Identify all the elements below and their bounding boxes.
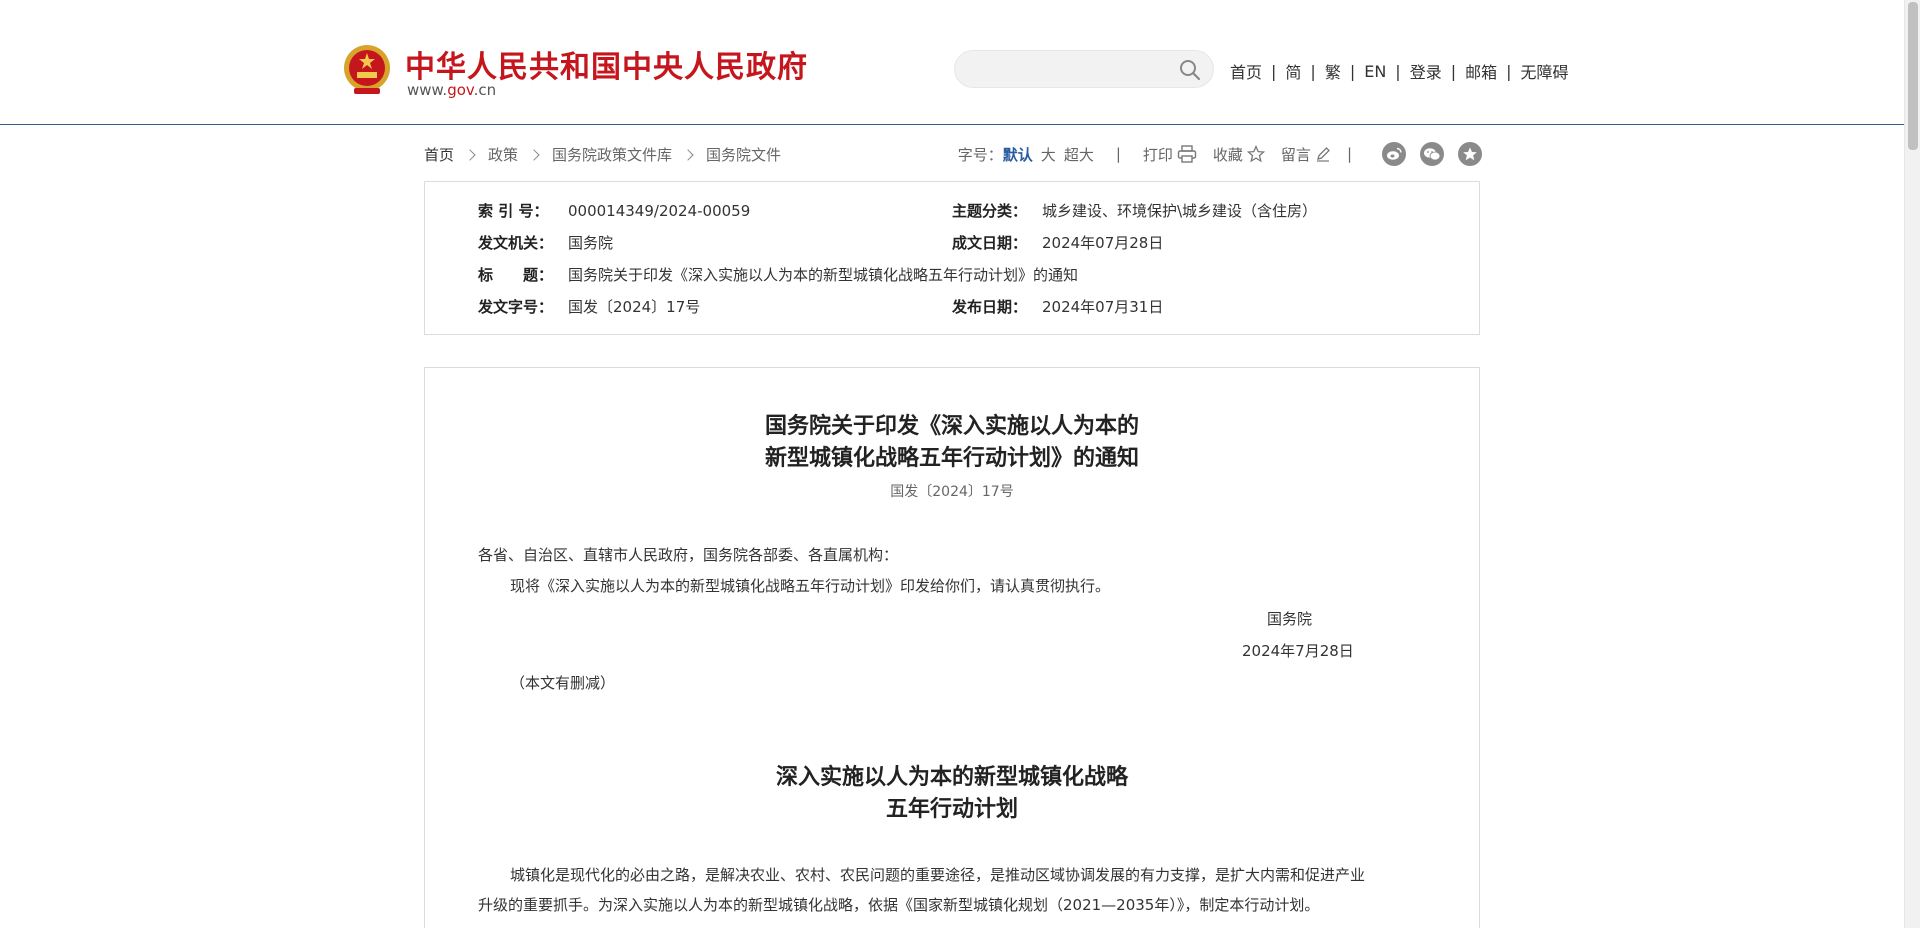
site-title[interactable]: 中华人民共和国中央人民政府 — [405, 42, 808, 86]
nav-english[interactable]: EN — [1364, 62, 1386, 81]
info-title-value: 国务院关于印发《深入实施以人为本的新型城镇化战略五年行动计划》的通知 — [568, 266, 1079, 284]
article-sign-date: 2024年7月28日 — [1242, 642, 1354, 660]
nav-separator: | — [1310, 61, 1316, 81]
nav-separator: | — [1506, 61, 1512, 81]
star-outline-icon — [1246, 145, 1265, 163]
url-prefix: www. — [407, 81, 448, 99]
comment-label: 留言 — [1280, 145, 1311, 164]
info-publish-date-row: 发布日期： 2024年07月31日 — [952, 296, 1163, 317]
nav-separator: | — [1395, 61, 1401, 81]
national-emblem-icon[interactable] — [342, 44, 392, 96]
star-icon[interactable] — [1458, 142, 1482, 166]
breadcrumb-policy[interactable]: 政策 — [488, 144, 518, 165]
nav-separator: | — [1450, 61, 1457, 81]
chevron-right-icon — [528, 148, 540, 161]
nav-home[interactable]: 首页 — [1230, 59, 1262, 83]
chevron-right-icon — [464, 148, 476, 161]
plan-title-line2: 五年行动计划 — [885, 796, 1018, 822]
article-abridged-note: （本文有删减） — [510, 674, 616, 692]
breadcrumb-policy-library[interactable]: 国务院政策文件库 — [552, 144, 672, 165]
article-body-paragraph: 现将《深入实施以人为本的新型城镇化战略五年行动计划》印发给你们，请认真贯彻执行。 — [510, 577, 1111, 595]
info-publish-date-label: 发布日期： — [952, 298, 1028, 316]
info-written-date-value: 2024年07月28日 — [1042, 234, 1164, 252]
tools-separator: | — [1115, 145, 1121, 163]
chevron-right-icon — [682, 148, 694, 161]
search-box — [954, 50, 1214, 88]
nav-login[interactable]: 登录 — [1410, 59, 1442, 83]
info-topic-label: 主题分类： — [952, 202, 1028, 220]
nav-mail[interactable]: 邮箱 — [1465, 59, 1497, 83]
search-input[interactable] — [971, 59, 1161, 81]
url-suffix: .cn — [473, 81, 497, 99]
breadcrumb-state-council-docs[interactable]: 国务院文件 — [706, 144, 781, 165]
info-index-row: 索 引 号： 000014349/2024-00059 — [478, 200, 750, 221]
nav-accessibility[interactable]: 无障碍 — [1521, 59, 1569, 83]
nav-simplified[interactable]: 简 — [1285, 59, 1301, 83]
favorite-label: 收藏 — [1212, 145, 1243, 164]
info-docno-row: 发文字号： 国发〔2024〕17号 — [478, 296, 700, 317]
wechat-icon[interactable] — [1420, 142, 1444, 166]
article-title-line2: 新型城镇化战略五年行动计划》的通知 — [764, 445, 1139, 471]
info-title-row: 标 题： 国务院关于印发《深入实施以人为本的新型城镇化战略五年行动计划》的通知 — [478, 264, 1078, 285]
nav-separator: | — [1271, 61, 1277, 81]
info-issuer-row: 发文机关： 国务院 — [478, 232, 613, 253]
article-doc-number: 国发〔2024〕17号 — [890, 484, 1014, 500]
font-size-default[interactable]: 默认 — [1003, 144, 1033, 165]
info-title-label: 标 题： — [478, 266, 554, 284]
top-nav: 首页 | 简 | 繁 | EN | 登录 | 邮箱 | 无障碍 — [1230, 59, 1569, 83]
font-size-xlarge[interactable]: 超大 — [1064, 144, 1094, 165]
print-button[interactable]: 打印 — [1143, 144, 1197, 165]
document-info-box: 索 引 号： 000014349/2024-00059 主题分类： 城乡建设、环境保… — [424, 181, 1480, 335]
plan-paragraph-line1: 城镇化是现代化的必由之路，是解决农业、农村、农民问题的重要途径，是推动区域协调发… — [510, 866, 1366, 884]
breadcrumb: 首页 政策 国务院政策文件库 国务院文件 — [424, 144, 781, 165]
info-written-date-label: 成文日期： — [952, 234, 1028, 252]
info-topic-value: 城乡建设、环境保护\城乡建设（含住房） — [1042, 202, 1318, 220]
url-brand: gov — [447, 81, 474, 99]
scrollbar-thumb[interactable] — [1908, 2, 1918, 150]
print-label: 打印 — [1142, 145, 1173, 164]
plan-paragraph-line2: 升级的重要抓手。为深入实施以人为本的新型城镇化战略，依据《国家新型城镇化规划（2… — [478, 896, 1320, 914]
info-docno-value: 国发〔2024〕17号 — [568, 298, 701, 316]
printer-icon — [1177, 145, 1197, 163]
info-issuer-label: 发文机关： — [478, 234, 554, 252]
plan-title-line1: 深入实施以人为本的新型城镇化战略 — [775, 764, 1128, 790]
breadcrumb-home[interactable]: 首页 — [424, 144, 454, 165]
weibo-glyph-icon — [1387, 147, 1402, 160]
font-size-label: 字号： — [957, 145, 1003, 164]
article-signature: 国务院 — [1267, 610, 1313, 628]
info-written-date-row: 成文日期： 2024年07月28日 — [952, 232, 1163, 253]
crumb-row: 首页 政策 国务院政策文件库 国务院文件 字号： 默认 大 超大 | 打印 收藏 — [424, 142, 1482, 166]
pencil-icon — [1316, 147, 1330, 162]
info-docno-label: 发文字号： — [478, 298, 554, 316]
info-index-value: 000014349/2024-00059 — [568, 202, 751, 220]
article-title-line1: 国务院关于印发《深入实施以人为本的 — [764, 413, 1139, 439]
info-publish-date-value: 2024年07月31日 — [1042, 298, 1164, 316]
page-scrollbar[interactable] — [1904, 0, 1920, 928]
site-header: 中华人民共和国中央人民政府 www.gov.cn 首页 | 简 | 繁 | EN… — [0, 0, 1904, 125]
site-url: www.gov.cn — [407, 81, 496, 99]
favorite-button[interactable]: 收藏 — [1213, 144, 1265, 165]
article-salutation: 各省、自治区、直辖市人民政府，国务院各部委、各直属机构： — [478, 546, 899, 564]
info-issuer-value: 国务院 — [568, 234, 614, 252]
tools-separator: | — [1346, 145, 1352, 163]
font-size-large[interactable]: 大 — [1041, 144, 1056, 165]
nav-traditional[interactable]: 繁 — [1325, 59, 1341, 83]
weibo-icon[interactable] — [1382, 142, 1406, 166]
star-glyph-icon — [1463, 147, 1477, 161]
nav-separator: | — [1349, 61, 1356, 81]
wechat-glyph-icon — [1424, 148, 1441, 161]
article-tools: 字号： 默认 大 超大 | 打印 收藏 留言 | — [958, 142, 1482, 166]
search-icon[interactable] — [1179, 59, 1201, 81]
comment-button[interactable]: 留言 — [1281, 144, 1331, 165]
article-body: 国务院关于印发《深入实施以人为本的 新型城镇化战略五年行动计划》的通知 国发〔2… — [424, 367, 1480, 928]
info-index-label: 索 引 号： — [478, 202, 549, 220]
info-topic-row: 主题分类： 城乡建设、环境保护\城乡建设（含住房） — [952, 200, 1317, 221]
